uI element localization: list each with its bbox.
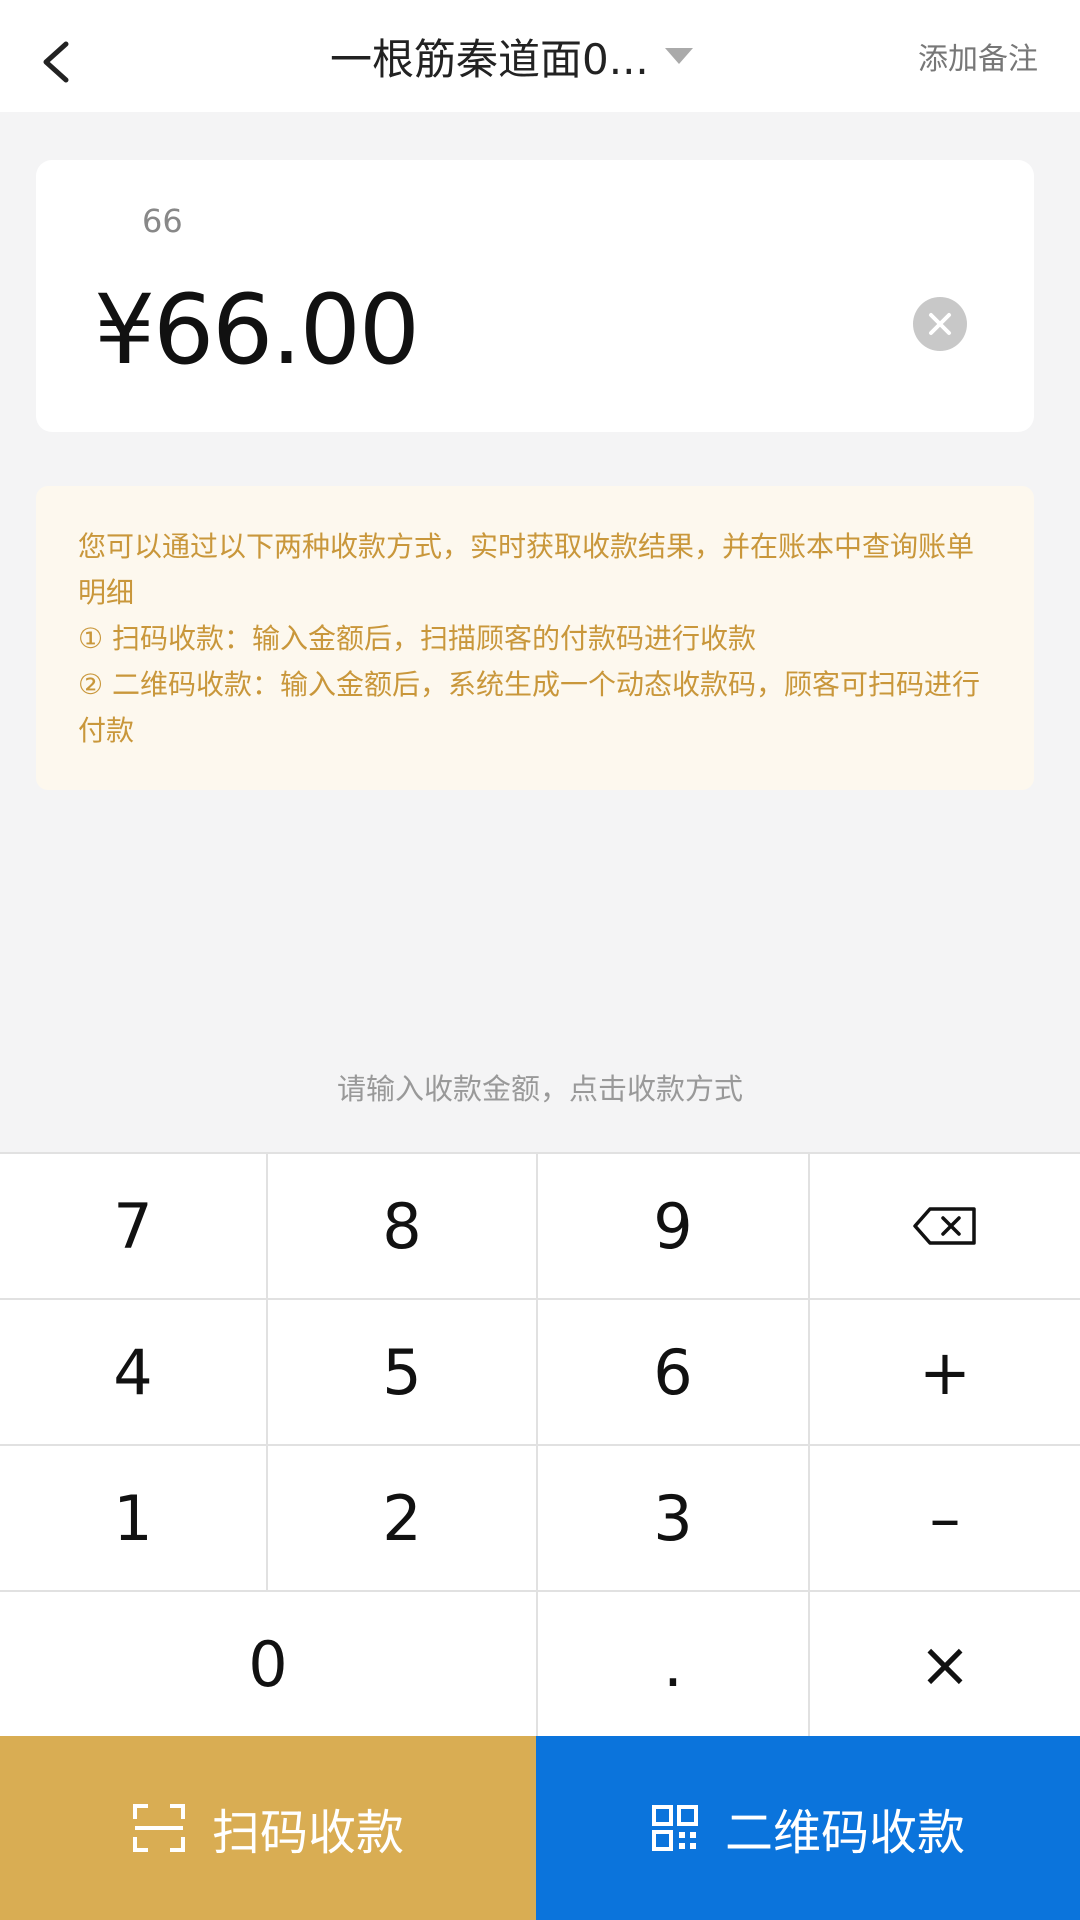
notice-line: 您可以通过以下两种收款方式，实时获取收款结果，并在账本中查询账单明细	[78, 530, 975, 609]
input-hint: 请输入收款金额，点击收款方式	[336, 1072, 743, 1106]
key-5[interactable]: 5	[268, 1300, 536, 1444]
notice-line: ② 二维码收款：输入金额后，系统生成一个动态收款码，顾客可扫码进行付款	[78, 668, 981, 747]
key-8[interactable]: 8	[268, 1154, 536, 1298]
backspace-button[interactable]	[810, 1154, 1080, 1298]
key-4[interactable]: 4	[0, 1300, 266, 1444]
add-remark-button[interactable]: 添加备注	[918, 34, 1038, 78]
store-selector[interactable]: 一根筋秦道面0...	[330, 26, 693, 86]
key-multiply[interactable]: ×	[810, 1592, 1080, 1736]
qr-pay-button[interactable]: 二维码收款	[536, 1736, 1080, 1920]
amount-display: ¥66.00	[94, 274, 420, 386]
amount-card: 66 ¥66.00	[36, 160, 1034, 432]
key-0[interactable]: 0	[0, 1592, 536, 1736]
key-dot[interactable]: .	[538, 1592, 808, 1736]
key-1[interactable]: 1	[0, 1446, 266, 1590]
key-minus[interactable]: –	[810, 1446, 1080, 1590]
qr-code-icon	[651, 1805, 698, 1851]
scan-pay-label: 扫码收款	[211, 1805, 404, 1861]
caret-down-icon	[664, 48, 693, 64]
payment-notice: 您可以通过以下两种收款方式，实时获取收款结果，并在账本中查询账单明细 ① 扫码收…	[36, 486, 1034, 790]
key-2[interactable]: 2	[268, 1446, 536, 1590]
payment-actions: 扫码收款 二维码收款	[0, 1736, 1080, 1920]
top-bar: 一根筋秦道面0... 添加备注	[0, 0, 1080, 112]
clear-icon[interactable]	[912, 296, 968, 352]
numeric-keypad: 7 8 9 4 5 6 + 1 2 3 – 0 . ×	[0, 1152, 1080, 1738]
amount-expression: 66	[142, 202, 183, 240]
key-3[interactable]: 3	[538, 1446, 808, 1590]
scan-pay-button[interactable]: 扫码收款	[0, 1736, 536, 1920]
qr-pay-label: 二维码收款	[724, 1805, 965, 1861]
key-7[interactable]: 7	[0, 1154, 266, 1298]
key-6[interactable]: 6	[538, 1300, 808, 1444]
back-icon[interactable]	[38, 40, 78, 84]
key-9[interactable]: 9	[538, 1154, 808, 1298]
scan-icon	[132, 1804, 185, 1852]
page-title: 一根筋秦道面0...	[330, 34, 649, 84]
backspace-icon	[913, 1207, 976, 1245]
notice-line: ① 扫码收款：输入金额后，扫描顾客的付款码进行收款	[78, 622, 757, 655]
key-plus[interactable]: +	[810, 1300, 1080, 1444]
